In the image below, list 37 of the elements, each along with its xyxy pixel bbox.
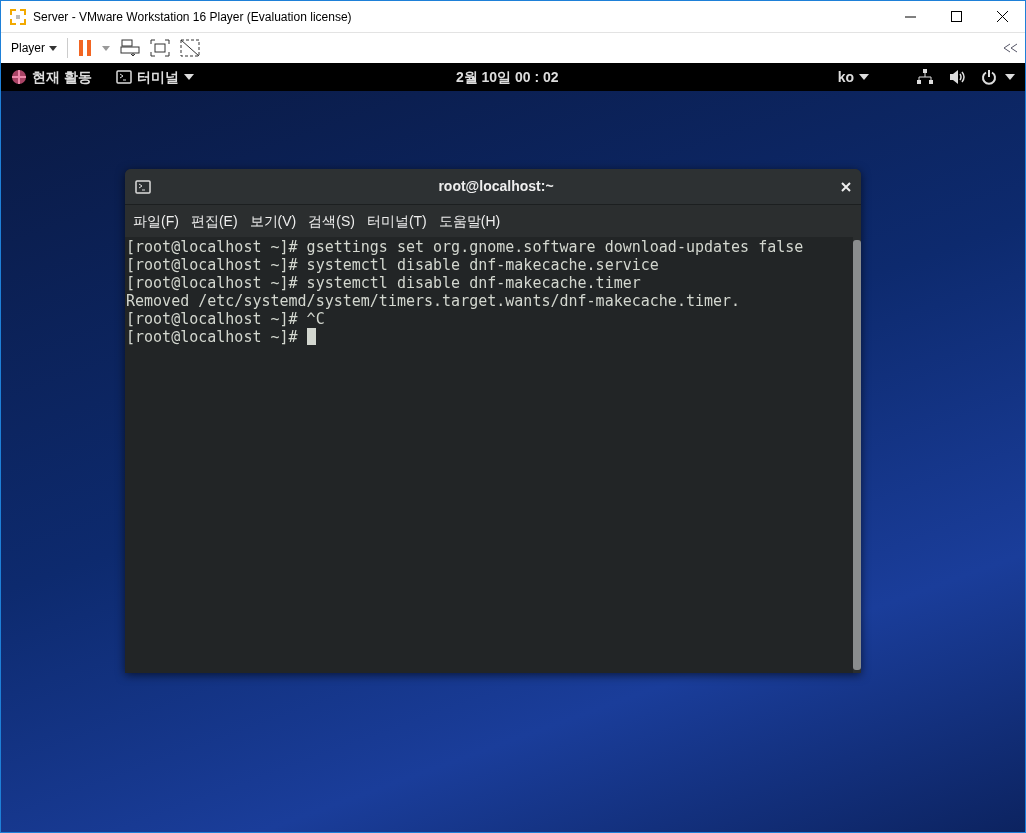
terminal-title: root@localhost:~ <box>437 177 555 196</box>
network-icon[interactable] <box>917 69 933 85</box>
player-menu[interactable]: Player <box>11 39 57 57</box>
menu-item[interactable]: 터미널(T) <box>366 210 427 232</box>
menu-item[interactable]: 검색(S) <box>308 210 355 232</box>
pause-icon[interactable] <box>78 40 92 56</box>
terminal-line: [root@localhost ~]# systemctl disable dnf-makecache.timer <box>126 274 642 292</box>
volume-icon[interactable] <box>949 69 965 85</box>
terminal-line: Removed /etc/systemd/system/timers.target.wants/dnf-makecache.timer. <box>126 292 742 310</box>
close-icon <box>996 11 1008 22</box>
activities-button[interactable]: 현재 활동 <box>11 66 92 88</box>
terminal-line: [root@localhost ~]# systemctl disable dnf-makecache.service <box>126 256 660 274</box>
send-keys-icon[interactable] <box>120 39 140 57</box>
terminal-line: [root@localhost ~]# gsettings set org.gnome.software download-updates false <box>126 238 805 256</box>
menu-item[interactable]: 도움말(H) <box>438 210 501 232</box>
terminal-icon <box>115 70 132 84</box>
menu-item[interactable]: 보기(V) <box>249 210 297 232</box>
power-icon[interactable] <box>981 69 997 85</box>
terminal-line: [root@localhost ~]# ^C <box>126 310 326 328</box>
maximize-icon <box>950 11 962 22</box>
collapse-icon[interactable] <box>1003 43 1019 53</box>
app-logo-icon <box>9 7 27 26</box>
input-method-menu[interactable]: ko <box>837 66 869 88</box>
clock[interactable]: 2월 10일 00 : 02 <box>455 66 838 88</box>
menu-item[interactable]: 편집(E) <box>190 210 238 232</box>
window-title: Server - VMware Workstation 16 Player (Evaluation license) <box>33 8 353 26</box>
terminal-icon <box>135 179 151 194</box>
caret-icon <box>183 74 194 80</box>
app-menu[interactable]: 터미널 <box>115 66 194 88</box>
fullscreen-icon[interactable] <box>150 39 170 57</box>
scrollbar-thumb[interactable] <box>853 240 861 670</box>
caret-icon <box>49 45 57 51</box>
menu-item[interactable]: 파일(F) <box>133 210 179 232</box>
caret-icon <box>859 74 869 80</box>
caret-icon[interactable] <box>1005 74 1015 80</box>
close-icon[interactable] <box>841 181 851 192</box>
terminal-line: [root@localhost ~]# <box>126 328 299 346</box>
